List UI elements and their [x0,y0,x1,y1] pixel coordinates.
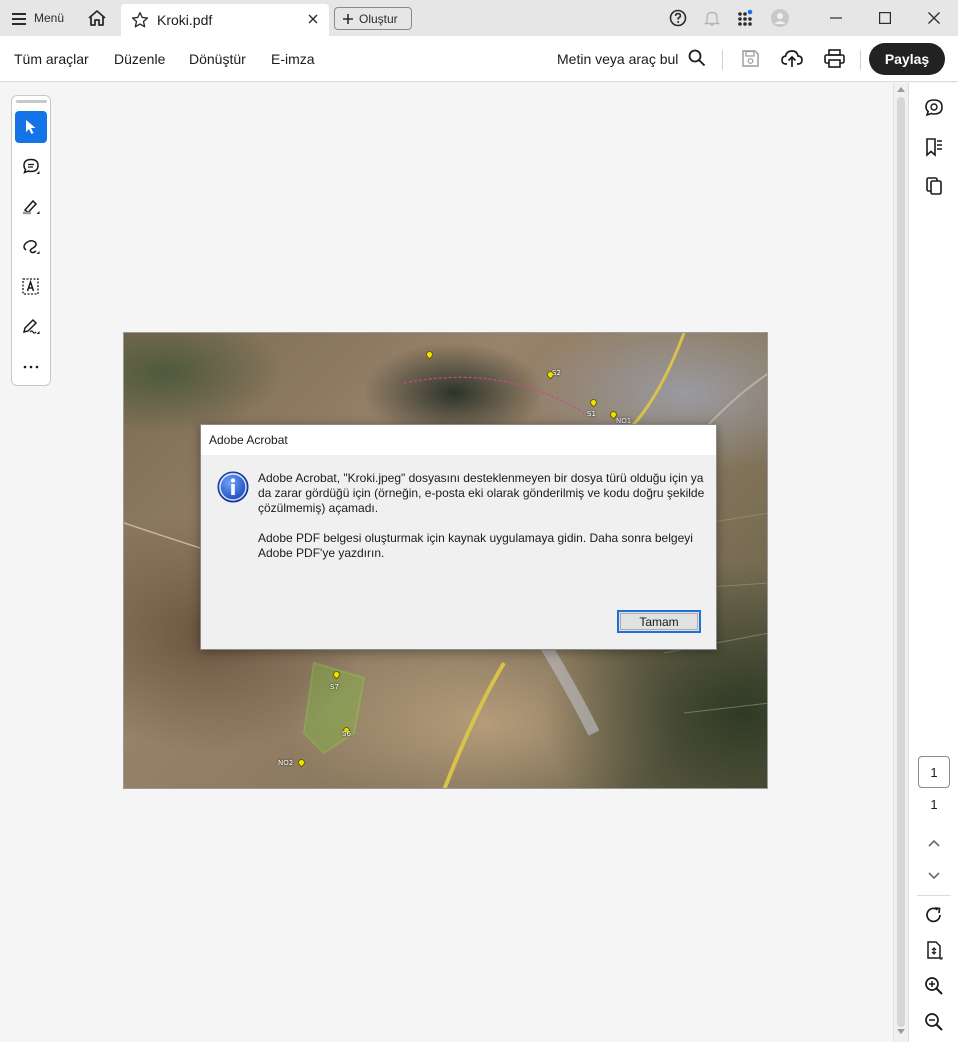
page-fit-button[interactable] [922,938,946,962]
select-tool-button[interactable] [15,111,47,143]
zoom-in-icon [925,977,943,995]
profile-button[interactable] [768,6,792,30]
close-icon [308,14,318,24]
map-label: NO2 [278,759,294,767]
scroll-thumb[interactable] [897,97,905,1027]
plus-icon [343,13,353,24]
more-tools-button[interactable] [15,351,47,383]
page-scroll-icon [927,941,943,960]
home-icon [88,10,106,26]
hamburger-icon [12,12,26,25]
comments-panel-button[interactable] [922,96,946,120]
maximize-button[interactable] [860,0,909,36]
drag-handle[interactable] [16,100,47,103]
main-toolbar: Tüm araçlar Düzenle Dönüştür E-imza Meti… [0,36,958,82]
previous-page-button[interactable] [922,831,946,855]
minimize-button[interactable] [811,0,860,36]
close-icon [927,12,940,24]
draw-tool-button[interactable] [15,231,47,263]
tab-close-button[interactable] [305,11,321,27]
cursor-icon [26,120,36,134]
zoom-out-icon [925,1013,943,1031]
scroll-down-arrow[interactable] [897,1029,905,1034]
comment-icon [925,99,943,117]
pen-icon [22,318,40,334]
map-label: S1 [587,410,596,418]
find-text-or-tool[interactable]: Metin veya araç bul [557,51,678,67]
zoom-in-button[interactable] [922,974,946,998]
help-button[interactable] [666,6,690,30]
dialog-title: Adobe Acrobat [201,425,716,455]
menu-e-sign[interactable]: E-imza [271,51,315,67]
apps-grid-icon [738,9,753,26]
more-icon [23,365,39,369]
create-button[interactable]: Oluştur [334,7,412,30]
menu-button[interactable]: Menü [0,0,76,36]
star-icon[interactable] [131,11,149,29]
bookmark-icon [926,138,942,157]
map-label: S2 [552,369,561,377]
apps-button[interactable] [734,6,758,30]
avatar-icon [771,9,789,27]
text-box-tool-button[interactable] [15,271,47,303]
sign-tool-button[interactable] [15,311,47,343]
rotate-button[interactable] [922,903,946,927]
rotate-icon [926,907,941,923]
dialog-message-secondary: Adobe PDF belgesi oluşturmak için kaynak… [258,531,693,560]
save-icon[interactable] [741,49,760,68]
titlebar-right [661,0,958,36]
comment-icon [23,158,40,174]
total-pages: 1 [930,797,938,812]
pages-panel-button[interactable] [922,174,946,198]
marker-icon [23,199,40,215]
menu-label: Menü [34,11,65,25]
home-button[interactable] [80,0,114,36]
chevron-up-icon [928,839,940,847]
right-side-panel: 1 1 [908,83,958,1042]
panel-divider [917,895,951,896]
error-dialog: Adobe Acrobat Adobe Acrobat, "Kroki.jpeg… [200,424,717,650]
scroll-up-arrow[interactable] [897,87,905,92]
menu-all-tools[interactable]: Tüm araçlar [14,51,89,67]
freehand-icon [23,239,40,254]
cloud-upload-icon[interactable] [781,48,803,68]
menu-edit[interactable]: Düzenle [114,51,165,67]
document-tab[interactable]: Kroki.pdf [121,4,329,36]
quick-tools-rail [11,95,51,386]
print-icon[interactable] [824,49,845,68]
maximize-icon [878,12,891,24]
search-icon[interactable] [688,49,706,67]
bookmarks-panel-button[interactable] [922,135,946,159]
info-icon [217,471,249,503]
menu-convert[interactable]: Dönüştür [189,51,246,67]
text-box-icon [22,278,39,295]
zoom-out-button[interactable] [922,1010,946,1034]
share-button[interactable]: Paylaş [869,43,945,75]
minimize-icon [829,17,842,19]
close-window-button[interactable] [909,0,958,36]
map-label: S6 [342,730,351,738]
next-page-button[interactable] [922,864,946,888]
map-label: S7 [330,683,339,691]
ok-button[interactable]: Tamam [617,610,701,633]
vertical-scrollbar[interactable] [893,83,908,1042]
toolbar-divider [722,50,723,70]
comment-tool-button[interactable] [15,151,47,183]
toolbar-divider [860,50,861,70]
help-icon [669,9,687,27]
dialog-message-primary: Adobe Acrobat, "Kroki.jpeg" dosyasını de… [258,471,705,515]
copy-pages-icon [926,177,942,195]
notifications-button[interactable] [700,6,724,30]
create-label: Oluştur [359,11,398,26]
chevron-down-icon [928,872,940,880]
bell-icon [703,11,721,26]
ok-button-label: Tamam [639,614,679,629]
highlight-tool-button[interactable] [15,191,47,223]
current-page-input[interactable]: 1 [918,756,950,788]
tab-title: Kroki.pdf [157,12,213,28]
